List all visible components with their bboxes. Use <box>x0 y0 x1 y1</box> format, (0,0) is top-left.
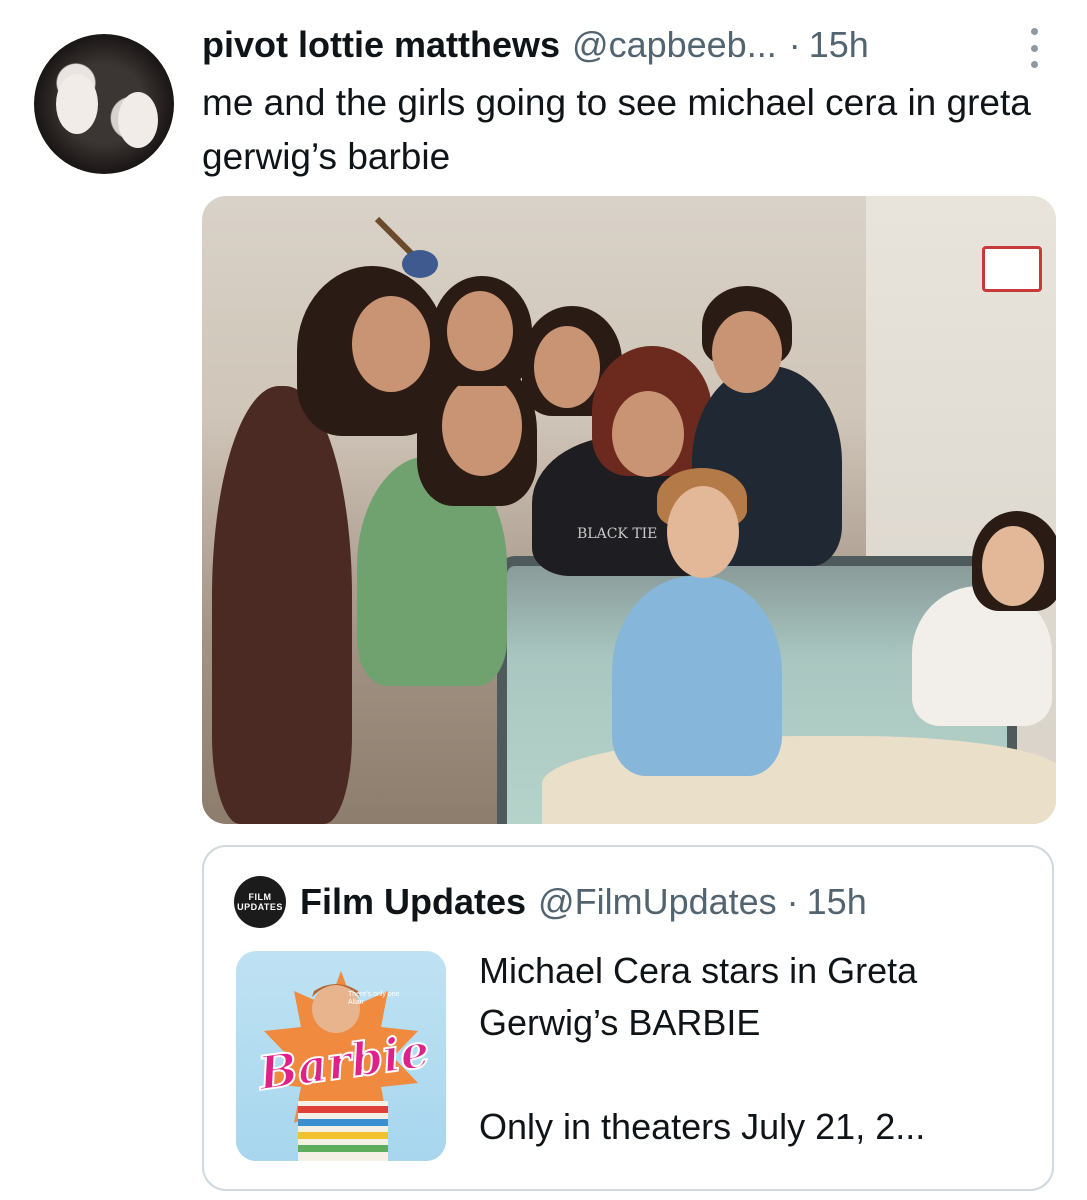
photo-face-middle <box>534 326 600 408</box>
quoted-avatar-text-1: FILM <box>248 892 272 902</box>
photo-face-far-right <box>982 526 1044 606</box>
photo-exit-sign <box>982 246 1042 292</box>
more-vertical-icon[interactable] <box>1024 28 1044 68</box>
quoted-author-name[interactable]: Film Updates <box>300 881 526 923</box>
quoted-text-line-2: Gerwig’s BARBIE <box>479 1002 761 1043</box>
tweet-header: pivot lottie matthews @capbeeb... · 15h <box>202 20 1062 70</box>
photo-shirt-text: BLACK TIE <box>577 526 658 542</box>
quoted-author-handle[interactable]: @FilmUpdates <box>538 881 777 923</box>
avatar-figure-2 <box>118 92 158 148</box>
quoted-timestamp[interactable]: 15h <box>807 881 867 923</box>
thumbnail-tagline: There's only one Allan <box>348 991 400 1006</box>
quoted-header-separator: · <box>786 881 799 922</box>
quoted-tweet-text: Michael Cera stars in Greta Gerwig’s BAR… <box>479 945 1039 1153</box>
quoted-author-avatar[interactable]: FILM UPDATES <box>234 876 286 928</box>
photo-face-red <box>612 391 684 477</box>
header-separator: · <box>788 24 801 65</box>
photo-face-center <box>442 376 522 476</box>
quoted-tweet[interactable]: FILM UPDATES Film Updates @FilmUpdates ·… <box>202 845 1054 1191</box>
quoted-avatar-text-2: UPDATES <box>237 902 283 912</box>
photo-face-right <box>712 311 782 393</box>
tweet-timestamp[interactable]: 15h <box>809 23 869 67</box>
author-avatar[interactable] <box>34 34 174 174</box>
tweet-text: me and the girls going to see michael ce… <box>202 82 1031 177</box>
photo-person-left <box>212 386 352 824</box>
quoted-text-line-1: Michael Cera stars in Greta <box>479 950 918 991</box>
photo-face-back <box>447 291 513 371</box>
avatar-figure-1 <box>56 74 98 134</box>
author-handle[interactable]: @capbeeb... <box>572 23 777 67</box>
quoted-tweet-header: FILM UPDATES Film Updates @FilmUpdates ·… <box>234 876 1034 928</box>
tweet-photo[interactable]: BLACK TIE <box>202 196 1056 824</box>
quoted-text-line-3: Only in theaters July 21, 2... <box>479 1106 926 1147</box>
photo-person-blue-shirt <box>612 576 782 776</box>
author-name[interactable]: pivot lottie matthews <box>202 23 560 67</box>
photo-face-left <box>352 296 430 392</box>
quoted-media-thumbnail[interactable]: Barbie There's only one Allan <box>236 951 446 1161</box>
photo-face-boy <box>667 486 739 578</box>
